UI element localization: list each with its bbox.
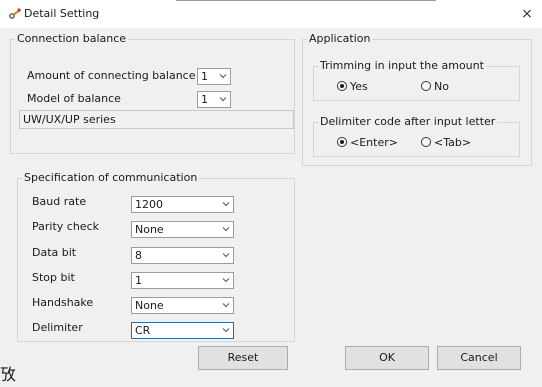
radio-checked-icon	[337, 137, 347, 147]
title-bar-top-line	[176, 0, 436, 1]
chevron-down-icon	[222, 303, 230, 308]
amount-of-connecting-balance-label: Amount of connecting balance	[27, 69, 196, 82]
gear-wrench-icon	[9, 8, 21, 19]
amount-of-connecting-balance-value: 1	[201, 70, 208, 83]
baud-rate-value: 1200	[135, 198, 163, 211]
radio-checked-icon	[337, 81, 347, 91]
handshake-value: None	[135, 299, 164, 312]
chevron-down-icon	[219, 97, 227, 102]
stop-bit-label: Stop bit	[32, 271, 75, 284]
delimiter-tab-label: <Tab>	[434, 136, 472, 149]
data-bit-select[interactable]: 8	[131, 247, 234, 264]
background-text-fragment: 攷	[0, 365, 17, 384]
baud-rate-select[interactable]: 1200	[131, 196, 234, 213]
stop-bit-select[interactable]: 1	[131, 272, 234, 289]
trimming-group: Trimming in input the amount Yes No	[313, 59, 520, 101]
delimiter-label: Delimiter	[32, 321, 83, 334]
trimming-yes-label: Yes	[350, 80, 368, 93]
trimming-no-label: No	[434, 80, 449, 93]
model-of-balance-label: Model of balance	[27, 92, 121, 105]
parity-check-select[interactable]: None	[131, 221, 234, 238]
delimiter-enter-label: <Enter>	[350, 136, 398, 149]
delimiter-code-group: Delimiter code after input letter <Enter…	[313, 115, 520, 157]
ok-button[interactable]: OK	[345, 346, 429, 370]
chevron-down-icon	[222, 253, 230, 258]
chevron-down-icon	[222, 202, 230, 207]
radio-unchecked-icon	[421, 81, 431, 91]
chevron-down-icon	[219, 74, 227, 79]
stop-bit-value: 1	[135, 274, 142, 287]
baud-rate-label: Baud rate	[32, 195, 87, 208]
delimiter-select[interactable]: CR	[131, 322, 234, 339]
window-title: Detail Setting	[24, 7, 100, 20]
connection-balance-group: Connection balance Amount of connecting …	[10, 32, 295, 154]
data-bit-value: 8	[135, 249, 142, 262]
parity-check-value: None	[135, 223, 164, 236]
detail-setting-dialog: Detail Setting × Connection balance Amou…	[0, 0, 542, 387]
application-title: Application	[307, 32, 373, 46]
parity-check-label: Parity check	[32, 220, 99, 233]
trimming-yes-radio[interactable]: Yes	[337, 80, 387, 94]
delimiter-enter-radio[interactable]: <Enter>	[337, 136, 407, 150]
model-of-balance-select[interactable]: 1	[197, 91, 231, 108]
connection-balance-title: Connection balance	[15, 32, 129, 46]
model-of-balance-value: 1	[201, 93, 208, 106]
amount-of-connecting-balance-select[interactable]: 1	[197, 68, 231, 85]
dialog-client-area: Connection balance Amount of connecting …	[0, 28, 542, 387]
application-group: Application Trimming in input the amount…	[302, 32, 532, 166]
data-bit-label: Data bit	[32, 246, 77, 259]
delimiter-value: CR	[135, 324, 151, 337]
cancel-button[interactable]: Cancel	[437, 346, 521, 370]
chevron-down-icon	[222, 328, 230, 333]
delimiter-code-title: Delimiter code after input letter	[318, 115, 498, 129]
chevron-down-icon	[222, 227, 230, 232]
communication-spec-group: Specification of communication Baud rate…	[17, 171, 295, 342]
delimiter-tab-radio[interactable]: <Tab>	[421, 136, 491, 150]
reset-button[interactable]: Reset	[198, 346, 288, 370]
trimming-title: Trimming in input the amount	[318, 59, 486, 73]
handshake-label: Handshake	[32, 296, 94, 309]
balance-series-display: UW/UX/UP series	[19, 110, 294, 129]
balance-series-text: UW/UX/UP series	[23, 113, 116, 126]
trimming-no-radio[interactable]: No	[421, 80, 471, 94]
close-icon[interactable]: ×	[512, 0, 542, 28]
radio-unchecked-icon	[421, 137, 431, 147]
handshake-select[interactable]: None	[131, 297, 234, 314]
communication-spec-title: Specification of communication	[22, 171, 200, 185]
chevron-down-icon	[222, 278, 230, 283]
title-bar[interactable]: Detail Setting ×	[0, 0, 542, 28]
